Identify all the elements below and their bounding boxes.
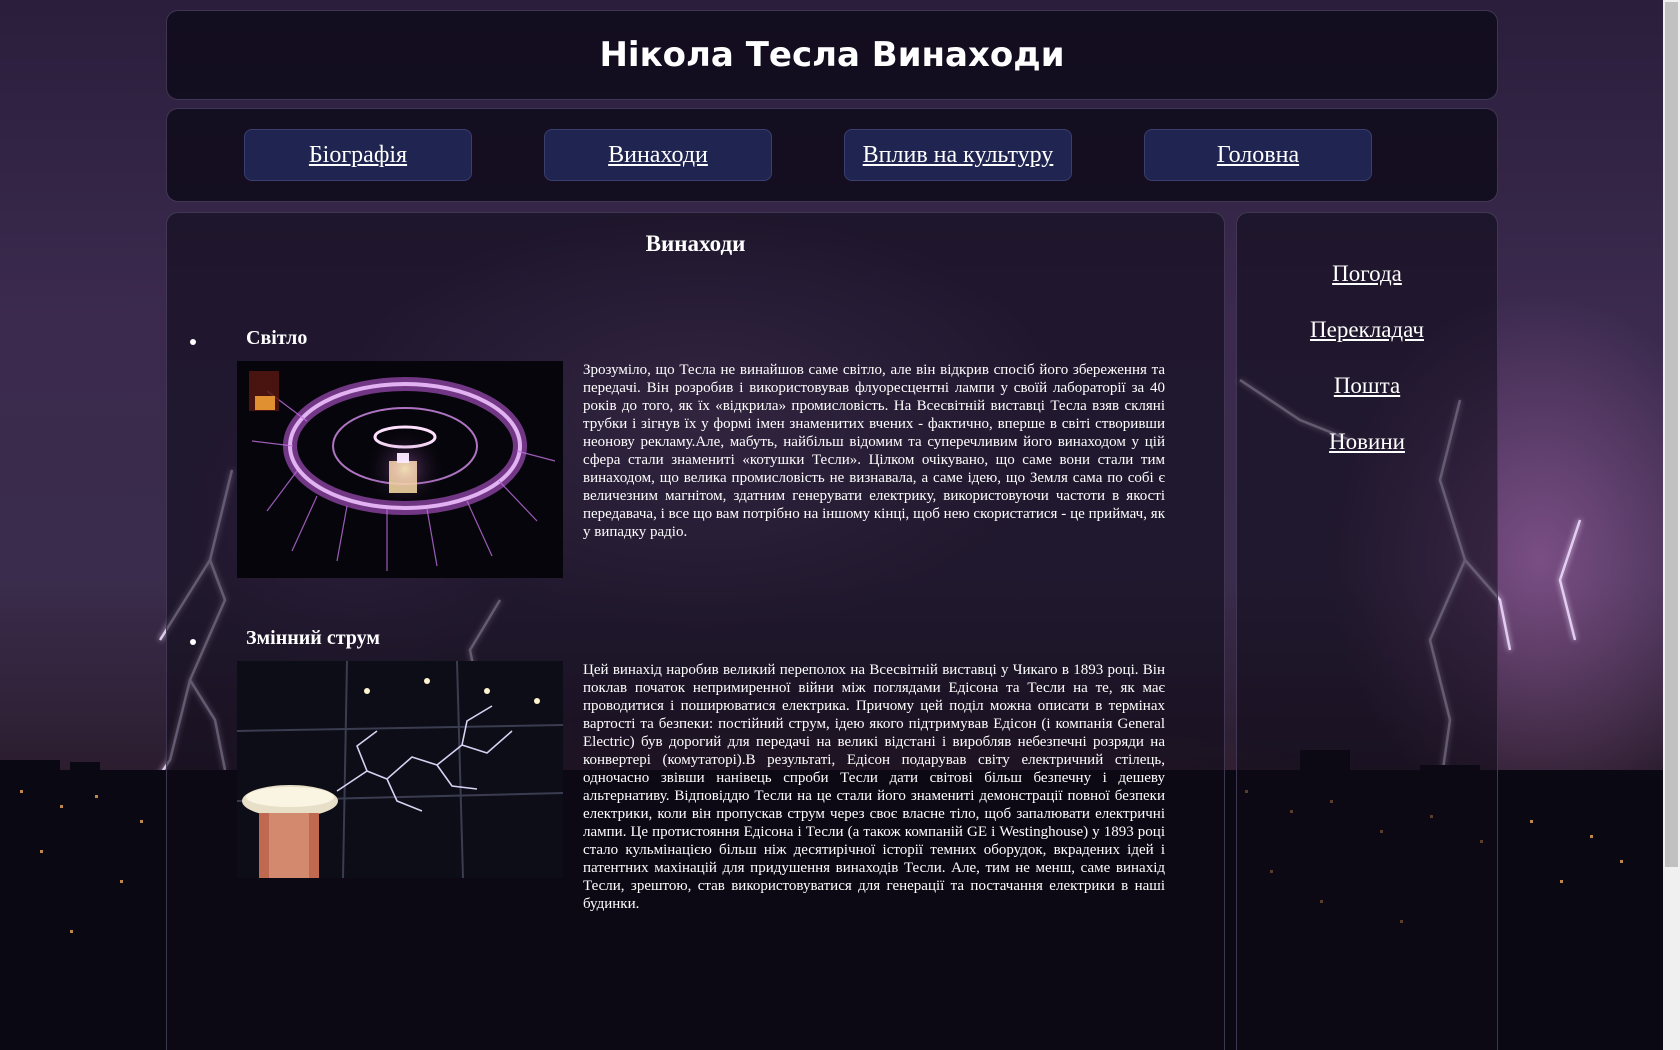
- invention-title-light: Світло: [246, 327, 308, 349]
- header-panel: Нікола Тесла Винаходи: [166, 10, 1498, 100]
- top-nav: Біографія Винаходи Вплив на культуру Гол…: [166, 108, 1498, 202]
- side-link-translator[interactable]: Перекладач: [1237, 317, 1497, 343]
- tesla-coil-plasma-image: [237, 361, 563, 578]
- arc-discharge-drawing: [237, 661, 563, 878]
- nav-inventions-button[interactable]: Винаходи: [544, 129, 772, 181]
- side-link-mail[interactable]: Пошта: [1237, 373, 1497, 399]
- list-bullet: [190, 339, 196, 345]
- side-link-news[interactable]: Новини: [1237, 429, 1497, 455]
- section-title: Винаходи: [645, 231, 746, 256]
- invention-text-light: Зрозуміло, що Тесла не винайшов саме сві…: [583, 362, 1165, 540]
- main-content: Винаходи Світло Зрозуміло, що Тесла не в…: [166, 212, 1225, 1050]
- list-bullet: [190, 639, 196, 645]
- scrollbar-thumb[interactable]: [1665, 2, 1678, 867]
- invention-title-ac: Змінний струм: [246, 627, 380, 649]
- nav-home-button[interactable]: Головна: [1144, 129, 1372, 181]
- invention-text-ac: Цей винахід наробив великий переполох на…: [583, 662, 1165, 912]
- nav-biography-button[interactable]: Біографія: [244, 129, 472, 181]
- page-title: Нікола Тесла Винаходи: [599, 35, 1065, 75]
- side-link-weather[interactable]: Погода: [1237, 261, 1497, 287]
- side-panel: Погода Перекладач Пошта Новини: [1236, 212, 1498, 1050]
- nav-culture-button[interactable]: Вплив на культуру: [844, 129, 1072, 181]
- tesla-coil-arc-image: [237, 661, 563, 878]
- vertical-scrollbar[interactable]: [1663, 0, 1680, 1050]
- plasma-ring-drawing: [249, 371, 556, 571]
